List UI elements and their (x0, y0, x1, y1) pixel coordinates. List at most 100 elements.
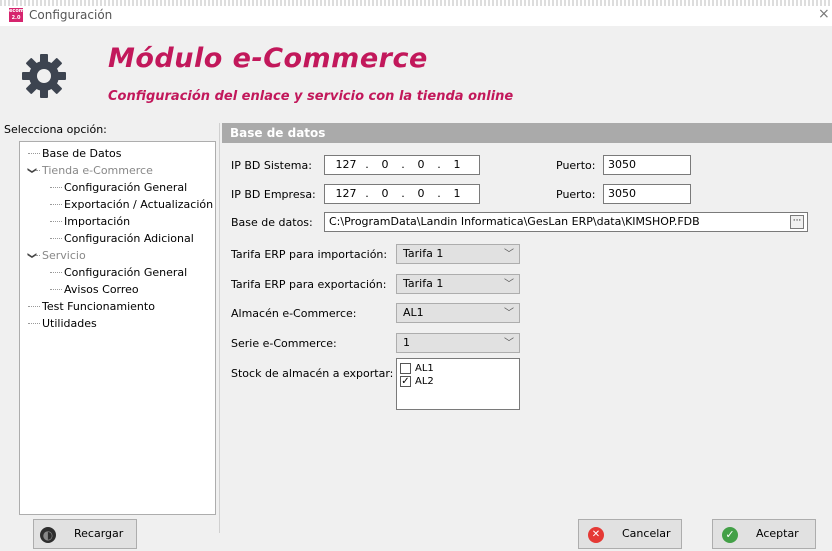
tree-item[interactable]: Utilidades (20, 315, 215, 332)
tree-item-label: Configuración General (64, 181, 188, 194)
tree-item[interactable]: Avisos Correo (20, 281, 215, 298)
ip-empresa-label: IP BD Empresa: (231, 188, 316, 201)
ip-separator: . (365, 158, 369, 171)
bd-path-field[interactable]: C:\ProgramData\Landin Informatica\GesLan… (324, 212, 808, 232)
module-subtitle: Configuración del enlace y servicio con … (108, 89, 514, 104)
tree-item-label: Test Funcionamiento (42, 300, 155, 313)
ip-sistema-field[interactable]: 127. 0. 0. 1 (324, 155, 480, 175)
tree-item[interactable]: Configuración General (20, 179, 215, 196)
tree-item-label: Tienda e-Commerce (42, 164, 153, 177)
options-tree[interactable]: Base de Datos ❯ Tienda e-Commerce Configura… (19, 141, 216, 515)
puerto-sistema-field[interactable]: 3050 (603, 155, 691, 175)
ip-separator: . (401, 187, 405, 200)
tree-connector (36, 255, 40, 256)
tree-item[interactable]: Configuración General (20, 264, 215, 281)
tree-connector (50, 187, 62, 188)
ip-octet: 0 (417, 158, 425, 171)
tree-connector (50, 289, 62, 290)
tree-item-label: Configuración General (64, 266, 188, 279)
ip-octet: 127 (335, 187, 357, 200)
serie-value: 1 (403, 336, 410, 349)
tree-item-label: Importación (64, 215, 131, 228)
tree-item-label: Configuración Adicional (64, 232, 194, 245)
tree-connector (28, 153, 40, 154)
tree-item[interactable]: ❯ Servicio (20, 247, 215, 264)
module-title: Módulo e-Commerce (108, 43, 428, 74)
tree-item-label: Base de Datos (42, 147, 122, 160)
cancel-label: Cancelar (622, 527, 671, 540)
window-title: Configuración (29, 8, 113, 22)
browse-button[interactable]: ··· (790, 215, 804, 229)
ip-octet: 127 (335, 158, 357, 171)
stock-item-al2[interactable]: ✓ AL2 (400, 375, 516, 388)
stock-label: Stock de almacén a exportar: (231, 367, 394, 380)
accept-button[interactable]: ✓ Aceptar (712, 519, 816, 549)
bd-label: Base de datos: (231, 216, 313, 229)
serie-select[interactable]: 1 ﹀ (396, 333, 520, 353)
ip-octet: 0 (381, 158, 389, 171)
recargar-label: Recargar (74, 527, 124, 540)
stock-item-label: AL2 (415, 376, 434, 387)
panel-divider (219, 123, 220, 533)
tree-item[interactable]: Base de Datos (20, 145, 215, 162)
tarifa-export-label: Tarifa ERP para exportación: (231, 278, 387, 291)
close-icon[interactable]: × (818, 6, 832, 22)
checkbox-al2[interactable]: ✓ (400, 376, 411, 387)
serie-label: Serie e-Commerce: (231, 337, 337, 350)
chevron-down-icon: ﹀ (504, 308, 514, 319)
chevron-down-icon: ﹀ (504, 279, 514, 290)
check-icon: ✓ (722, 527, 738, 543)
tree-item[interactable]: ❯ Tienda e-Commerce (20, 162, 215, 179)
ip-sistema-label: IP BD Sistema: (231, 159, 312, 172)
tree-connector (28, 306, 40, 307)
tree-connector (28, 323, 40, 324)
chevron-down-icon: ﹀ (504, 338, 514, 349)
puerto-empresa-label: Puerto: (556, 188, 596, 201)
puerto-sistema-label: Puerto: (556, 159, 596, 172)
tree-connector (50, 238, 62, 239)
ip-separator: . (437, 187, 441, 200)
ip-octet: 0 (381, 187, 389, 200)
tree-connector (50, 221, 62, 222)
cancel-button[interactable]: ✕ Cancelar (578, 519, 682, 549)
puerto-empresa-field[interactable]: 3050 (603, 184, 691, 204)
tree-connector (36, 170, 40, 171)
tree-connector (50, 272, 62, 273)
title-bar: ecom 2.0 Configuración × (0, 0, 832, 26)
tree-item-label: Avisos Correo (64, 283, 139, 296)
cancel-icon: ✕ (588, 527, 604, 543)
almacen-label: Almacén e-Commerce: (231, 307, 357, 320)
tree-item-label: Exportación / Actualización (64, 198, 214, 211)
title-bar-artifact (0, 0, 832, 6)
stock-listbox[interactable]: AL1 ✓ AL2 (396, 358, 520, 410)
app-icon: ecom 2.0 (9, 8, 24, 22)
tree-item[interactable]: Configuración Adicional (20, 230, 215, 247)
ip-empresa-field[interactable]: 127. 0. 0. 1 (324, 184, 480, 204)
tarifa-import-select[interactable]: Tarifa 1 ﹀ (396, 244, 520, 264)
tree-connector (50, 204, 62, 205)
tree-item[interactable]: Exportación / Actualización (20, 196, 215, 213)
reload-icon: ◐ (40, 527, 56, 543)
tree-item[interactable]: Test Funcionamiento (20, 298, 215, 315)
panel-title: Base de datos (222, 123, 832, 143)
bd-path-value: C:\ProgramData\Landin Informatica\GesLan… (329, 215, 700, 228)
ip-separator: . (365, 187, 369, 200)
tree-item[interactable]: Importación (20, 213, 215, 230)
tree-item-label: Utilidades (42, 317, 97, 330)
recargar-button[interactable]: ◐ Recargar (33, 519, 137, 549)
ip-octet: 1 (453, 187, 461, 200)
chevron-down-icon: ﹀ (504, 249, 514, 260)
tarifa-export-select[interactable]: Tarifa 1 ﹀ (396, 274, 520, 294)
tree-label: Selecciona opción: (4, 123, 107, 136)
ip-octet: 1 (453, 158, 461, 171)
tree-item-label: Servicio (42, 249, 86, 262)
accept-label: Aceptar (756, 527, 799, 540)
stock-item-label: AL1 (415, 363, 434, 374)
checkbox-al1[interactable] (400, 363, 411, 374)
almacen-value: AL1 (403, 306, 424, 319)
ip-octet: 0 (417, 187, 425, 200)
gear-icon (22, 54, 66, 98)
almacen-select[interactable]: AL1 ﹀ (396, 303, 520, 323)
tarifa-export-value: Tarifa 1 (403, 277, 444, 290)
stock-item-al1[interactable]: AL1 (400, 362, 516, 375)
